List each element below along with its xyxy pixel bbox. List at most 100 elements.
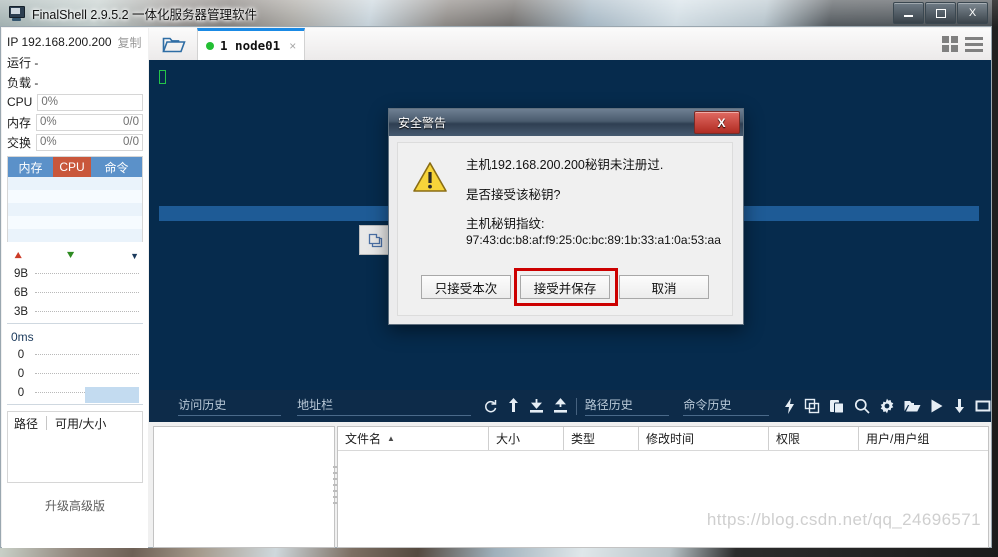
maximize-button[interactable] — [925, 2, 956, 24]
process-column-command[interactable]: 命令 — [91, 157, 142, 177]
play-icon[interactable] — [930, 398, 944, 414]
visit-history-input[interactable]: 访问历史 — [178, 396, 281, 416]
column-header-size[interactable]: 大小 — [488, 427, 563, 450]
monitor-icon — [8, 5, 26, 21]
metric-label-memory: 内存 — [7, 115, 32, 130]
column-header-permissions[interactable]: 权限 — [768, 427, 858, 450]
refresh-icon[interactable] — [482, 398, 498, 414]
upload-arrow-icon[interactable] — [507, 398, 520, 414]
sidebar-load-label: 负载 - — [7, 75, 39, 90]
latency-tick-label: 0 — [17, 367, 25, 380]
highlight-box — [514, 268, 618, 306]
gear-icon[interactable] — [879, 398, 895, 414]
close-icon[interactable]: × — [289, 39, 296, 53]
latency-highlight-bar — [85, 387, 139, 403]
column-header-modified[interactable]: 修改时间 — [638, 427, 768, 450]
window-controls: X — [893, 2, 988, 24]
window-icon[interactable] — [975, 398, 991, 414]
watermark-text: https://blog.csdn.net/qq_24696571 — [706, 510, 981, 529]
close-icon: X — [968, 7, 977, 19]
metric-row-memory: 内存 0% 0/0 — [7, 112, 143, 132]
folder-open-icon[interactable] — [904, 398, 921, 414]
column-label: 修改时间 — [646, 432, 695, 446]
process-column-memory[interactable]: 内存 — [8, 157, 53, 177]
chevron-down-icon[interactable]: ▼ — [130, 251, 139, 261]
latency-tick-row: 0 — [7, 345, 143, 364]
connection-status-dot — [206, 41, 214, 50]
transfer-icon-group — [482, 398, 568, 414]
download-arrow-icon[interactable] — [953, 398, 966, 414]
dialog-line-1: 主机192.168.200.200秘钥未注册过. — [466, 158, 664, 172]
download-icon[interactable] — [529, 398, 544, 414]
lightning-icon[interactable] — [784, 398, 795, 414]
metric-value-swap: 0% — [40, 136, 57, 148]
process-table-header: 内存 CPU 命令 — [8, 157, 142, 177]
close-button[interactable]: X — [957, 2, 988, 24]
accept-save-wrapper: 接受并保存 — [514, 268, 618, 306]
disk-column-path[interactable]: 路径 — [14, 415, 38, 432]
grid-view-icon[interactable] — [942, 36, 958, 52]
address-bar-input[interactable]: 地址栏 — [297, 396, 471, 416]
column-label: 权限 — [776, 432, 801, 446]
copy-icon[interactable] — [359, 225, 391, 255]
disk-column-free-size[interactable]: 可用/大小 — [55, 415, 106, 432]
minimize-button[interactable] — [893, 2, 924, 24]
window-titlebar: FinalShell 2.9.5.2 一体化服务器管理软件 X — [0, 0, 992, 27]
metric-label-swap: 交换 — [7, 135, 32, 150]
metric-row-swap: 交换 0% 0/0 — [7, 132, 143, 152]
path-history-input[interactable]: 路径历史 — [584, 396, 669, 416]
network-graph: ⯅ ⯆ ▼ 9B 6B 3B — [7, 248, 143, 324]
metric-meter-memory: 0% 0/0 — [36, 113, 143, 131]
metric-value-cpu: 0% — [41, 96, 58, 108]
metric-extra-memory: 0/0 — [123, 116, 139, 128]
dialog-titlebar: 安全警告 X — [389, 109, 743, 136]
metric-meter-swap: 0% 0/0 — [36, 133, 143, 151]
dialog-line-3: 主机秘钥指纹: — [466, 217, 545, 231]
command-history-input[interactable]: 命令历史 — [683, 396, 770, 416]
column-label: 大小 — [496, 432, 521, 446]
dialog-fingerprint: 97:43:dc:b8:af:f9:25:0c:bc:89:1b:33:a1:0… — [466, 232, 721, 247]
arrow-down-icon: ⯆ — [65, 248, 76, 263]
metric-meter-cpu: 0% — [37, 93, 143, 111]
sidebar-uptime-label: 运行 - — [7, 55, 39, 70]
upload-icon[interactable] — [553, 398, 568, 414]
cancel-button[interactable]: 取消 — [619, 275, 709, 299]
metric-row-cpu: CPU 0% — [7, 92, 143, 112]
arrow-up-icon: ⯅ — [13, 248, 24, 263]
list-view-icon[interactable] — [965, 36, 983, 52]
warning-triangle-icon — [413, 161, 447, 193]
search-icon[interactable] — [854, 398, 870, 414]
column-label: 类型 — [571, 432, 596, 446]
sort-ascending-icon: ▲ — [387, 434, 395, 443]
copy-ip-button[interactable]: 复制 — [118, 34, 142, 51]
network-tick-label: 9B — [13, 267, 29, 280]
column-header-filename[interactable]: 文件名 ▲ — [338, 427, 488, 450]
open-folder-icon[interactable] — [157, 32, 191, 56]
sidebar-ip-row: IP 192.168.200.200 复制 — [7, 32, 143, 52]
window-title: FinalShell 2.9.5.2 一体化服务器管理软件 — [32, 7, 258, 22]
local-file-pane[interactable] — [153, 426, 335, 548]
upgrade-link[interactable]: 升级高级版 — [7, 497, 143, 514]
latency-graph: 0ms 0 0 0 — [7, 330, 143, 405]
security-warning-dialog: 安全警告 X 主机192.168.200.200秘钥未注册过. 是否接受该秘钥?… — [388, 108, 744, 325]
column-header-owner-group[interactable]: 用户/用户组 — [858, 427, 988, 450]
paste-icon[interactable] — [829, 398, 845, 414]
copy-icon[interactable] — [804, 398, 820, 414]
metric-value-memory: 0% — [40, 116, 57, 128]
latency-tick-label: 0 — [17, 348, 25, 361]
sidebar-uptime-row: 运行 - — [7, 52, 143, 72]
dialog-close-button[interactable]: X — [694, 111, 740, 134]
metric-extra-swap: 0/0 — [123, 136, 139, 148]
disk-table-header: 路径 可用/大小 — [8, 412, 142, 434]
app-window: FinalShell 2.9.5.2 一体化服务器管理软件 X IP 192.1… — [0, 0, 992, 548]
network-tick-row: 9B — [7, 264, 143, 283]
latency-graph-body: 0 0 0 — [7, 345, 143, 405]
column-header-type[interactable]: 类型 — [563, 427, 638, 450]
accept-once-button[interactable]: 只接受本次 — [421, 275, 511, 299]
sidebar-ip-label: IP 192.168.200.200 — [7, 35, 112, 49]
latency-tick-label: 0 — [17, 386, 25, 399]
file-list-header: 文件名 ▲ 大小 类型 修改时间 权限 用户/用户组 — [338, 427, 988, 451]
process-column-cpu[interactable]: CPU — [53, 157, 91, 177]
sidebar-item-tab-node01[interactable]: 1 node01 × — [197, 28, 306, 60]
view-mode-icons — [942, 36, 983, 52]
